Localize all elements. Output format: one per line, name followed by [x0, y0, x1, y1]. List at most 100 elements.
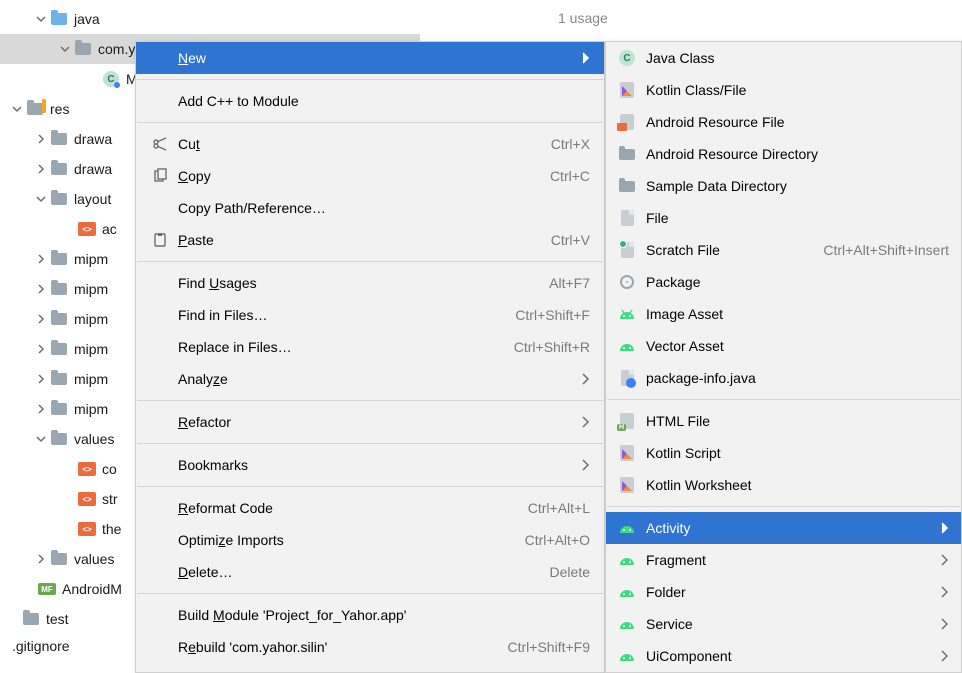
menu-shortcut: Alt+F7 — [549, 275, 590, 291]
folder-icon — [50, 130, 68, 148]
menu-item-find-in-files[interactable]: Find in Files… Ctrl+Shift+F — [136, 299, 604, 331]
menu-item-new[interactable]: New — [136, 42, 604, 74]
menu-shortcut: Ctrl+X — [551, 136, 590, 152]
menu-label: HTML File — [646, 413, 710, 429]
menu-item-analyze[interactable]: Analyze — [136, 363, 604, 395]
menu-item-refactor[interactable]: Refactor — [136, 406, 604, 438]
chevron-right-icon — [933, 586, 949, 598]
menu-separator — [137, 261, 603, 262]
tree-label: test — [46, 611, 69, 627]
menu-separator — [607, 506, 960, 507]
menu-label: Build Module 'Project_for_Yahor.app' — [178, 607, 406, 623]
menu-label: Analyze — [178, 371, 228, 387]
menu-item-kotlin-class[interactable]: Kotlin Class/File — [606, 74, 961, 106]
menu-item-find-usages[interactable]: Find Usages Alt+F7 — [136, 267, 604, 299]
chevron-down-icon — [34, 12, 48, 26]
xml-icon — [616, 113, 638, 131]
menu-label: Optimize Imports — [178, 532, 284, 548]
manifest-icon: MF — [38, 580, 56, 598]
tree-label: mipm — [74, 281, 108, 297]
menu-shortcut: Ctrl+Alt+O — [525, 532, 590, 548]
xml-icon: <> — [78, 220, 96, 238]
tree-label: the — [102, 521, 121, 537]
folder-icon — [26, 100, 44, 118]
menu-item-delete[interactable]: Delete… Delete — [136, 556, 604, 588]
android-icon — [616, 615, 638, 633]
menu-label: Add C++ to Module — [178, 93, 299, 109]
tree-label: values — [74, 431, 114, 447]
folder-icon — [22, 610, 40, 628]
menu-label: Bookmarks — [178, 457, 248, 473]
menu-item-copy[interactable]: Copy Ctrl+C — [136, 160, 604, 192]
menu-item-service[interactable]: Service — [606, 608, 961, 640]
folder-icon — [50, 310, 68, 328]
menu-separator — [607, 399, 960, 400]
tree-label: java — [74, 11, 100, 27]
kotlin-icon — [616, 444, 638, 462]
menu-label: package-info.java — [646, 370, 756, 386]
menu-item-java-class[interactable]: C Java Class — [606, 42, 961, 74]
menu-shortcut: Ctrl+C — [550, 168, 590, 184]
menu-item-scratch-file[interactable]: Scratch File Ctrl+Alt+Shift+Insert — [606, 234, 961, 266]
menu-item-package[interactable]: Package — [606, 266, 961, 298]
scissors-icon — [148, 134, 172, 154]
menu-label: Image Asset — [646, 306, 723, 322]
menu-item-kotlin-script[interactable]: Kotlin Script — [606, 437, 961, 469]
folder-icon — [50, 190, 68, 208]
tree-label: drawa — [74, 131, 112, 147]
menu-label: Activity — [646, 520, 690, 536]
tree-label: co — [102, 461, 117, 477]
folder-icon — [50, 280, 68, 298]
folder-icon — [50, 430, 68, 448]
menu-item-package-info[interactable]: package-info.java — [606, 362, 961, 394]
menu-item-rebuild[interactable]: Rebuild 'com.yahor.silin' Ctrl+Shift+F9 — [136, 631, 604, 663]
tree-node-java[interactable]: java — [0, 4, 420, 34]
menu-separator — [137, 486, 603, 487]
chevron-down-icon — [34, 192, 48, 206]
menu-item-kotlin-worksheet[interactable]: Kotlin Worksheet — [606, 469, 961, 501]
html-icon: H — [616, 412, 638, 430]
folder-icon — [616, 177, 638, 195]
menu-shortcut: Ctrl+Alt+Shift+Insert — [823, 242, 949, 258]
menu-item-sample-dir[interactable]: Sample Data Directory — [606, 170, 961, 202]
chevron-right-icon — [574, 52, 590, 64]
chevron-down-icon — [10, 102, 24, 116]
menu-item-optimize[interactable]: Optimize Imports Ctrl+Alt+O — [136, 524, 604, 556]
menu-item-vector-asset[interactable]: Vector Asset — [606, 330, 961, 362]
file-icon — [616, 209, 638, 227]
menu-item-html-file[interactable]: H HTML File — [606, 405, 961, 437]
menu-item-copy-path[interactable]: Copy Path/Reference… — [136, 192, 604, 224]
tree-label: mipm — [74, 311, 108, 327]
tree-label: com.y — [98, 41, 135, 57]
menu-item-add-cpp[interactable]: Add C++ to Module — [136, 85, 604, 117]
menu-item-activity[interactable]: Activity — [606, 512, 961, 544]
chevron-right-icon — [34, 312, 48, 326]
context-menu: New Add C++ to Module Cut Ctrl+X Copy Ct… — [135, 41, 605, 673]
tree-label: mipm — [74, 341, 108, 357]
android-icon — [616, 337, 638, 355]
menu-item-reformat[interactable]: Reformat Code Ctrl+Alt+L — [136, 492, 604, 524]
chevron-right-icon — [574, 459, 590, 471]
menu-label: Scratch File — [646, 242, 720, 258]
menu-item-resource-file[interactable]: Android Resource File — [606, 106, 961, 138]
menu-item-folder[interactable]: Folder — [606, 576, 961, 608]
folder-icon — [50, 400, 68, 418]
paste-icon — [148, 230, 172, 250]
chevron-right-icon — [34, 402, 48, 416]
menu-item-file[interactable]: File — [606, 202, 961, 234]
menu-item-replace-in-files[interactable]: Replace in Files… Ctrl+Shift+R — [136, 331, 604, 363]
menu-label: Sample Data Directory — [646, 178, 787, 194]
menu-label: Rebuild 'com.yahor.silin' — [178, 639, 327, 655]
android-icon — [616, 551, 638, 569]
menu-item-paste[interactable]: Paste Ctrl+V — [136, 224, 604, 256]
menu-item-image-asset[interactable]: Image Asset — [606, 298, 961, 330]
menu-item-resource-dir[interactable]: Android Resource Directory — [606, 138, 961, 170]
xml-icon: <> — [78, 490, 96, 508]
menu-item-cut[interactable]: Cut Ctrl+X — [136, 128, 604, 160]
menu-item-uicomponent[interactable]: UiComponent — [606, 640, 961, 672]
menu-shortcut: Ctrl+Shift+F9 — [508, 639, 590, 655]
folder-icon — [616, 145, 638, 163]
menu-item-build-module[interactable]: Build Module 'Project_for_Yahor.app' — [136, 599, 604, 631]
menu-item-fragment[interactable]: Fragment — [606, 544, 961, 576]
menu-item-bookmarks[interactable]: Bookmarks — [136, 449, 604, 481]
